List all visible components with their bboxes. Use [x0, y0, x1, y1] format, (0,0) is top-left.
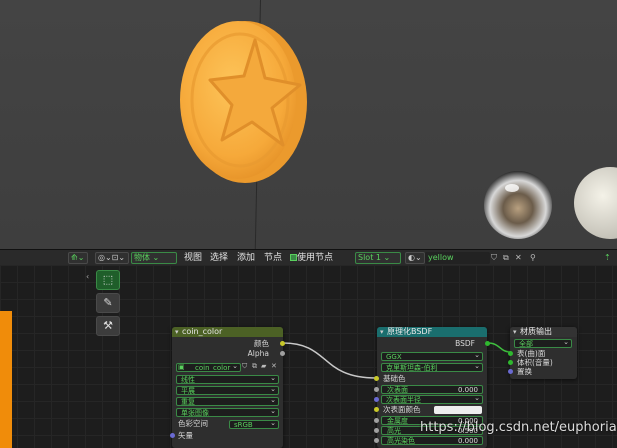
shield-icon[interactable]: ⛉ [242, 362, 247, 371]
subsurface-radius-dropdown[interactable]: 次表面半径 [381, 395, 483, 404]
subsurface-method-dropdown[interactable]: 克里斯坦森-伯利 [381, 363, 483, 372]
bsdf-output-socket[interactable] [485, 341, 490, 346]
surface-input-socket[interactable] [508, 351, 513, 356]
shader-type-dropdown[interactable]: ◎⌄⊡⌄ [95, 252, 129, 264]
cut-links-tool-icon[interactable]: ⚒ [96, 316, 120, 336]
3d-viewport[interactable] [0, 0, 617, 249]
menu-select[interactable]: 选择 [210, 252, 228, 264]
specular-tint-socket[interactable] [374, 438, 379, 443]
watermark-text: https://blog.csdn.net/euphorias [420, 420, 617, 435]
subsurface-socket[interactable] [374, 387, 379, 392]
menu-node[interactable]: 节点 [264, 252, 282, 264]
viewport-scene [180, 21, 617, 239]
properties-panel-edge [0, 311, 12, 448]
collapse-icon[interactable]: ⇡ [604, 252, 611, 264]
output-alpha-label: Alpha [247, 349, 269, 358]
chrome-ball [484, 171, 552, 239]
duplicate-icon[interactable]: ⧉ [503, 252, 509, 264]
diffuse-ball [574, 167, 617, 239]
select-tool-icon[interactable]: ⬚ [96, 270, 120, 290]
image-icon: ▣ [178, 363, 185, 371]
annotate-tool-icon[interactable]: ✎ [96, 293, 120, 313]
checkbox-icon [290, 254, 297, 261]
subsurface-color-swatch[interactable] [434, 406, 482, 414]
material-output-node[interactable]: 材质输出 全部 表(曲)面 体积(音量) 置换 [510, 327, 577, 379]
interpolation-dropdown[interactable]: 线性 [176, 375, 279, 384]
bsdf-output-label: BSDF [455, 339, 475, 348]
displacement-input-label: 置换 [517, 367, 532, 376]
material-browse-button[interactable]: ◐⌄ [405, 252, 425, 264]
metallic-socket[interactable] [374, 418, 379, 423]
menu-add[interactable]: 添加 [237, 252, 255, 264]
image-texture-node[interactable]: coin_color 颜色 Alpha coin_color ▣ ⛉ ⧉ ▰ ✕… [172, 327, 283, 448]
node-editor-header: ⟰⌄ ◎⌄⊡⌄ 物体 ⌄ 视图 选择 添加 节点 使用节点 Slot 1 ⌄ ◐… [0, 249, 617, 265]
specular-tint-field[interactable]: 高光染色 0.000 [381, 436, 483, 445]
subsurface-radius-socket[interactable] [374, 397, 379, 402]
slot-dropdown[interactable]: Slot 1 ⌄ [355, 252, 401, 264]
image-selector[interactable]: coin_color [176, 363, 241, 372]
pin-icon[interactable]: ⚲ [530, 252, 536, 264]
color-output-socket[interactable] [280, 341, 285, 346]
base-color-label: 基础色 [383, 374, 406, 383]
vector-input-socket[interactable] [170, 433, 175, 438]
close-icon[interactable]: ✕ [271, 362, 277, 370]
editor-type-button[interactable]: ⟰⌄ [68, 252, 88, 264]
folder-icon[interactable]: ▰ [261, 362, 266, 370]
copy-icon[interactable]: ⧉ [252, 362, 257, 371]
node-title: 材质输出 [510, 327, 577, 337]
specular-socket[interactable] [374, 428, 379, 433]
source-dropdown[interactable]: 单张图像 [176, 408, 279, 417]
node-title: coin_color [172, 327, 283, 337]
fake-user-icon[interactable]: ⛉ [491, 252, 497, 264]
output-color-label: 颜色 [254, 339, 269, 348]
subsurface-color-socket[interactable] [374, 407, 379, 412]
vector-input-label: 矢量 [178, 431, 193, 440]
sidebar-arrow-icon[interactable]: ‹ [86, 272, 89, 281]
node-title: 原理化BSDF [377, 327, 487, 337]
target-dropdown[interactable]: 全部 [514, 339, 572, 348]
close-icon[interactable]: ✕ [515, 252, 522, 264]
projection-dropdown[interactable]: 平展 [176, 386, 279, 395]
extension-dropdown[interactable]: 重复 [176, 397, 279, 406]
colorspace-dropdown[interactable]: sRGB [229, 420, 279, 429]
displacement-input-socket[interactable] [508, 369, 513, 374]
volume-input-socket[interactable] [508, 360, 513, 365]
use-nodes-toggle[interactable]: 使用节点 [290, 252, 333, 264]
menu-view[interactable]: 视图 [184, 252, 202, 264]
alpha-output-socket[interactable] [280, 351, 285, 356]
material-name-field[interactable]: yellow [425, 252, 490, 264]
object-dropdown[interactable]: 物体 ⌄ [131, 252, 177, 264]
subsurface-field[interactable]: 次表面 0.000 [381, 385, 483, 394]
distribution-dropdown[interactable]: GGX [381, 352, 483, 361]
base-color-socket[interactable] [374, 376, 379, 381]
